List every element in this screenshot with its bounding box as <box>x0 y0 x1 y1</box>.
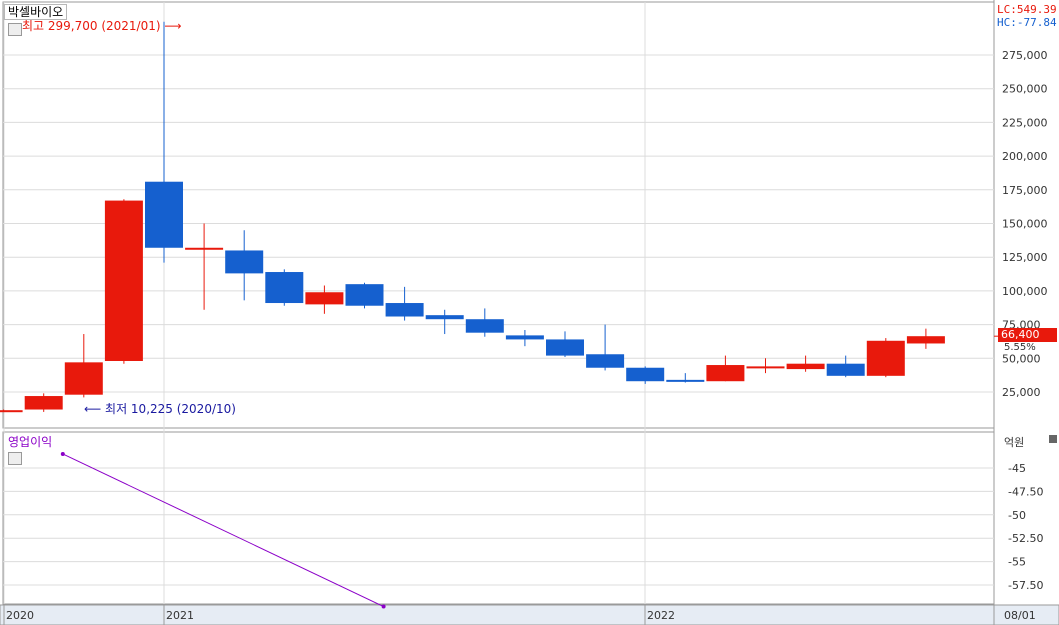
indicator-pane <box>2 431 995 605</box>
candle-body <box>185 247 224 250</box>
table-icon[interactable] <box>8 23 22 36</box>
candle[interactable] <box>24 393 63 412</box>
indicator-title: 영업이익 <box>4 434 57 450</box>
candle-body <box>505 335 544 340</box>
candle-body <box>626 367 665 382</box>
date-tick-label: 2022 <box>647 609 675 622</box>
candle-body <box>104 200 143 361</box>
price-tick-label: 150,000 <box>1002 218 1048 231</box>
price-tick-label: 250,000 <box>1002 83 1048 96</box>
date-axis-bar <box>0 604 1059 625</box>
candle-body <box>305 292 344 305</box>
min-price-annotation: ⟵ 최저 10,225 (2020/10) <box>84 402 236 416</box>
candle-body <box>425 315 464 320</box>
arrow-left-icon: ⟵ <box>84 402 102 416</box>
indicator-tick-label: -57.50 <box>1008 579 1043 592</box>
candle[interactable] <box>866 338 905 378</box>
indicator-tick-label: -45 <box>1008 462 1026 475</box>
lc-value: LC:549.39 <box>997 3 1057 16</box>
candle[interactable] <box>345 282 384 309</box>
collapse-icon[interactable] <box>1049 435 1057 443</box>
stock-chart[interactable]: 25,00050,00075,000100,000125,000150,0001… <box>0 0 1059 625</box>
arrow-right-icon: ⟶ <box>164 19 182 33</box>
operating-profit-point <box>60 451 65 456</box>
candle[interactable] <box>265 269 304 306</box>
candle-body <box>265 272 304 304</box>
date-tick-label: 2021 <box>166 609 194 622</box>
current-price-tag: 66,400 <box>998 328 1057 342</box>
candle-body <box>385 303 424 317</box>
price-tick-label: 175,000 <box>1002 184 1048 197</box>
indicator-tick-label: -52.50 <box>1008 532 1043 545</box>
candle-body <box>706 365 745 382</box>
candle-body <box>826 363 865 376</box>
candle-body <box>866 340 905 376</box>
price-tick-label: 225,000 <box>1002 116 1048 129</box>
min-price-label: 최저 10,225 (2020/10) <box>105 402 236 416</box>
candle-body <box>666 379 705 382</box>
candle-body <box>225 250 264 274</box>
price-tick-label: 50,000 <box>1002 352 1041 365</box>
price-tick-label: 275,000 <box>1002 49 1048 62</box>
price-tick-label: 100,000 <box>1002 285 1048 298</box>
candle-body <box>586 354 625 368</box>
change-percent: 5.55% <box>1004 342 1036 353</box>
price-tick-label: 25,000 <box>1002 386 1041 399</box>
price-tick-label: 125,000 <box>1002 251 1048 264</box>
stock-title: 박셀바이오 <box>4 4 68 20</box>
indicator-tick-label: -47.50 <box>1008 485 1043 498</box>
candle-body <box>145 181 183 248</box>
price-tick-label: 200,000 <box>1002 150 1048 163</box>
candle-body <box>345 284 384 306</box>
candle-body <box>746 366 785 369</box>
candle[interactable] <box>104 199 143 364</box>
indicator-unit: 억원 <box>1004 436 1025 449</box>
max-price-label: 최고 299,700 (2021/01) <box>22 19 161 33</box>
indicator-tick-label: -55 <box>1008 556 1026 569</box>
candle-body <box>906 336 945 344</box>
date-tick-label: 08/01 <box>1004 609 1036 622</box>
indicator-tick-label: -50 <box>1008 509 1026 522</box>
hc-value: HC:-77.84 <box>997 16 1057 29</box>
date-tick-label: 2020 <box>6 609 34 622</box>
candle-body <box>546 339 584 356</box>
max-price-annotation: 최고 299,700 (2021/01) ⟶ <box>22 19 182 33</box>
candle-body <box>786 363 825 370</box>
candle-body <box>465 319 504 333</box>
candle-body <box>0 410 23 413</box>
bar-chart-icon[interactable] <box>8 452 22 465</box>
operating-profit-point <box>381 604 386 609</box>
candle-body <box>64 362 103 395</box>
candle-body <box>24 396 63 410</box>
